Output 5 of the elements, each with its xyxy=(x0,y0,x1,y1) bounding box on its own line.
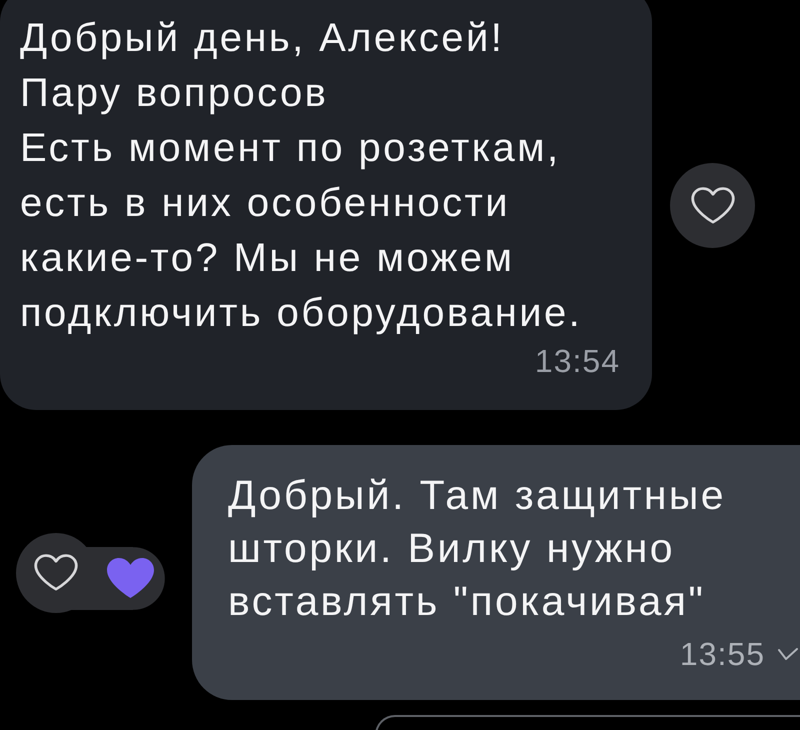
message-text: Добрый. Там защитные шторки. Вилку нужно вставлять "покачивая" xyxy=(228,471,727,626)
message-time: 13:54 xyxy=(534,343,620,379)
heart-icon xyxy=(107,558,154,598)
message-time: 13:55 xyxy=(680,636,765,672)
message-text: Добрый день, Алексей! Пару вопросов Есть момент по розеткам, есть в них особенности какие-то? Мы не можем подключить оборудование. xyxy=(20,15,584,337)
